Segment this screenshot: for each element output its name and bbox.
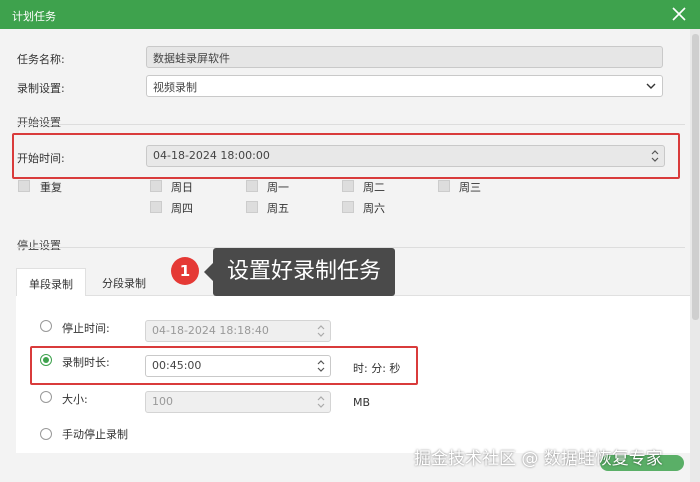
repeat-checkbox[interactable]: [18, 180, 30, 192]
stop-section-title: 停止设置: [17, 239, 61, 252]
day-label-fri: 周五: [267, 202, 289, 215]
record-setting-label: 录制设置:: [17, 82, 65, 95]
size-input[interactable]: 100: [145, 391, 331, 413]
divider: [17, 124, 685, 125]
day-label-tue: 周二: [363, 181, 385, 194]
window-title: 计划任务: [12, 10, 56, 23]
size-unit: MB: [353, 396, 371, 409]
task-name-value: 数据蛙录屏软件: [153, 52, 230, 65]
task-name-label: 任务名称:: [17, 53, 65, 66]
manual-stop-radio[interactable]: [40, 428, 52, 440]
record-setting-select[interactable]: 视频录制: [146, 75, 663, 97]
annotation-tooltip: 设置好录制任务: [203, 248, 396, 296]
start-section-title: 开始设置: [17, 116, 61, 129]
stop-time-input[interactable]: 04-18-2024 18:18:40: [145, 320, 331, 342]
repeat-label: 重复: [40, 181, 62, 194]
spinner-icon[interactable]: [316, 393, 326, 411]
window-titlebar: 计划任务: [0, 0, 700, 29]
tab-segment-record[interactable]: 分段录制: [90, 268, 158, 296]
day-label-wed: 周三: [459, 181, 481, 194]
manual-stop-label: 手动停止录制: [62, 428, 128, 441]
day-checkbox-tue[interactable]: [342, 180, 354, 192]
stop-time-value: 04-18-2024 18:18:40: [152, 324, 269, 337]
day-checkbox-sun[interactable]: [150, 180, 162, 192]
day-checkbox-sat[interactable]: [342, 201, 354, 213]
size-label: 大小:: [62, 393, 88, 406]
day-checkbox-thu[interactable]: [150, 201, 162, 213]
day-checkbox-mon[interactable]: [246, 180, 258, 192]
step-badge: 1: [171, 257, 199, 285]
watermark: 掘金技术社区 @ 数据蛙恢复专家: [414, 449, 663, 469]
task-name-input[interactable]: 数据蛙录屏软件: [146, 46, 663, 68]
chevron-down-icon: [646, 83, 656, 89]
start-time-highlight: [12, 133, 680, 179]
spinner-icon[interactable]: [316, 322, 326, 340]
size-radio[interactable]: [40, 391, 52, 403]
record-setting-value: 视频录制: [153, 81, 197, 94]
size-value: 100: [152, 395, 173, 408]
close-icon[interactable]: [670, 5, 688, 23]
day-label-thu: 周四: [171, 202, 193, 215]
tab-single-record[interactable]: 单段录制: [16, 268, 86, 296]
stop-time-radio[interactable]: [40, 320, 52, 332]
scrollbar-thumb[interactable]: [692, 34, 699, 320]
duration-highlight: [30, 346, 418, 385]
day-checkbox-wed[interactable]: [438, 180, 450, 192]
stop-time-label: 停止时间:: [62, 322, 110, 335]
day-label-mon: 周一: [267, 181, 289, 194]
day-label-sun: 周日: [171, 181, 193, 194]
day-label-sat: 周六: [363, 202, 385, 215]
day-checkbox-fri[interactable]: [246, 201, 258, 213]
